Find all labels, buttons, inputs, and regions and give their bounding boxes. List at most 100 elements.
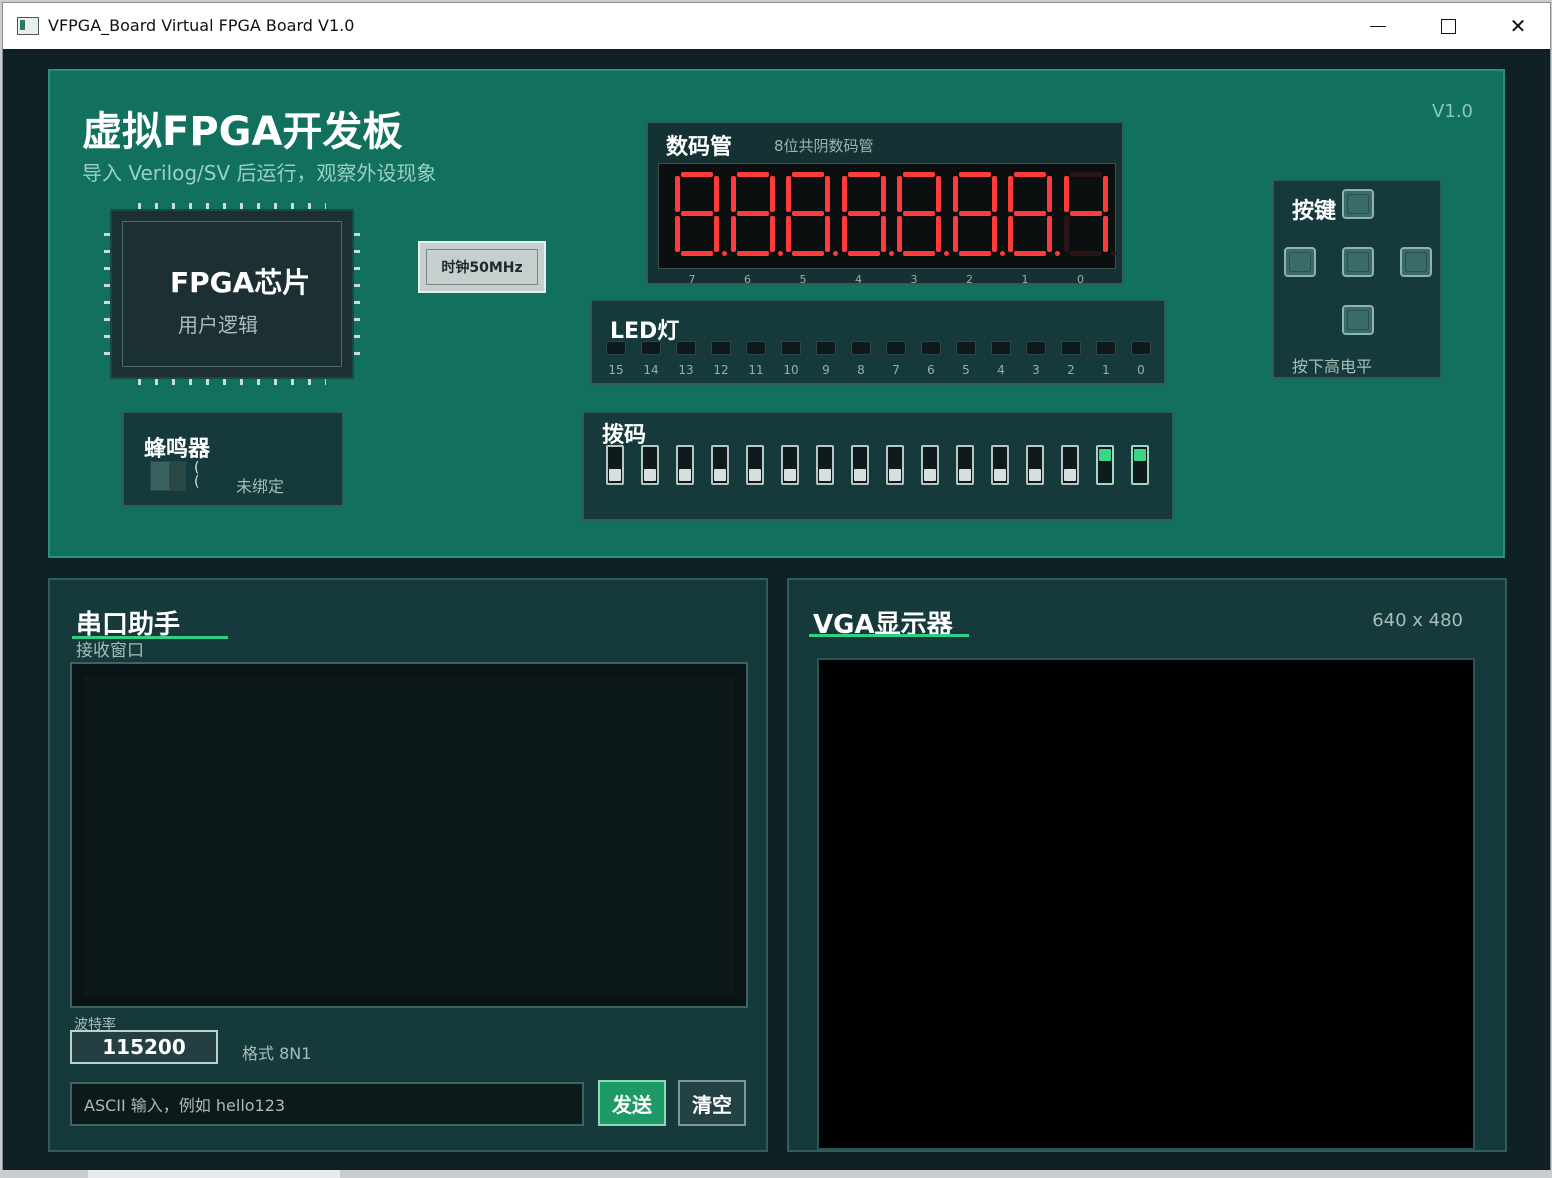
segment-b bbox=[714, 176, 719, 212]
segment-g bbox=[903, 211, 935, 216]
dip-switch-2[interactable] bbox=[1061, 445, 1079, 485]
segment-d bbox=[1069, 251, 1102, 256]
led-11 bbox=[746, 341, 766, 355]
dip-switch-knob bbox=[1029, 469, 1041, 481]
dip-switch-4[interactable] bbox=[991, 445, 1009, 485]
segment-dp bbox=[999, 251, 1005, 256]
baud-rate-field[interactable]: 115200 bbox=[70, 1030, 218, 1064]
dip-switch-1[interactable] bbox=[1096, 445, 1114, 485]
segment-dp bbox=[833, 251, 838, 256]
led-index: 13 bbox=[678, 363, 694, 377]
segment-dp bbox=[944, 251, 949, 256]
maximize-button[interactable] bbox=[1413, 3, 1483, 49]
dip-switch-knob bbox=[679, 469, 691, 481]
segment-c bbox=[769, 216, 775, 252]
fpga-board: 虚拟FPGA开发板 导入 Verilog/SV 后运行，观察外设现象 V1.0 … bbox=[48, 69, 1505, 558]
dip-switch-11[interactable] bbox=[746, 445, 764, 485]
uart-receive-window[interactable] bbox=[70, 662, 748, 1008]
fpga-chip: FPGA芯片 用户逻辑 bbox=[104, 203, 360, 385]
led-10 bbox=[781, 341, 801, 355]
vga-panel: VGA显示器 640 x 480 bbox=[787, 578, 1507, 1152]
segment-d bbox=[847, 251, 880, 256]
close-button[interactable]: ✕ bbox=[1483, 3, 1550, 49]
minimize-button[interactable] bbox=[1343, 3, 1413, 49]
segment-d bbox=[681, 251, 713, 256]
dip-switch-knob bbox=[924, 469, 936, 481]
segment-c bbox=[936, 216, 941, 252]
window-title: VFPGA_Board Virtual FPGA Board V1.0 bbox=[48, 16, 355, 35]
seven-segment-digit bbox=[784, 172, 838, 256]
led-3 bbox=[1026, 341, 1046, 355]
seven-segment-digit bbox=[951, 172, 1005, 256]
led-5 bbox=[956, 341, 976, 355]
seven-segment-index: 2 bbox=[966, 273, 973, 286]
dip-switch-15[interactable] bbox=[606, 445, 624, 485]
uart-receive-area[interactable] bbox=[84, 676, 734, 996]
dip-switch-knob bbox=[714, 469, 726, 481]
dip-switch-panel: 拨码 bbox=[582, 411, 1174, 521]
segment-g bbox=[847, 211, 880, 216]
segment-e bbox=[730, 216, 736, 252]
key-panel: 按键 按下高电平 bbox=[1272, 179, 1442, 379]
key-left[interactable] bbox=[1284, 247, 1316, 277]
led-index: 3 bbox=[1032, 363, 1040, 377]
led-15 bbox=[606, 341, 626, 355]
dip-switch-5[interactable] bbox=[956, 445, 974, 485]
segment-f bbox=[1063, 176, 1069, 212]
key-right[interactable] bbox=[1400, 247, 1432, 277]
board-version: V1.0 bbox=[1432, 101, 1473, 122]
dip-switch-14[interactable] bbox=[641, 445, 659, 485]
led-9 bbox=[816, 341, 836, 355]
send-button[interactable]: 发送 bbox=[598, 1080, 666, 1126]
dip-switch-knob bbox=[1064, 469, 1076, 481]
led-8 bbox=[851, 341, 871, 355]
led-6 bbox=[921, 341, 941, 355]
segment-e bbox=[1063, 216, 1069, 252]
app-window: VFPGA_Board Virtual FPGA Board V1.0 ✕ 虚拟… bbox=[3, 3, 1550, 1170]
segment-b bbox=[1047, 176, 1052, 212]
segment-d bbox=[792, 251, 824, 256]
seven-segment-index: 0 bbox=[1077, 273, 1084, 286]
dip-switch-knob bbox=[609, 469, 621, 481]
segment-c bbox=[991, 216, 997, 252]
uart-panel: 串口助手 接收窗口 波特率 115200 格式 8N1 ASCII 输入，例如 … bbox=[48, 578, 768, 1152]
segment-e bbox=[675, 216, 680, 252]
uart-format: 格式 8N1 bbox=[242, 1044, 312, 1063]
dip-switch-10[interactable] bbox=[781, 445, 799, 485]
led-1 bbox=[1096, 341, 1116, 355]
dip-switch-0[interactable] bbox=[1131, 445, 1149, 485]
dip-switch-8[interactable] bbox=[851, 445, 869, 485]
segment-c bbox=[714, 216, 719, 252]
segment-g bbox=[792, 211, 824, 216]
dip-switch-9[interactable] bbox=[816, 445, 834, 485]
segment-a bbox=[1014, 172, 1046, 177]
segment-b bbox=[769, 176, 775, 212]
beeper-status: 未绑定 bbox=[236, 477, 285, 496]
dip-switch-6[interactable] bbox=[921, 445, 939, 485]
led-14 bbox=[641, 341, 661, 355]
clear-button[interactable]: 清空 bbox=[678, 1080, 746, 1126]
segment-e bbox=[897, 216, 902, 252]
dip-switch-knob bbox=[1134, 449, 1146, 461]
dip-switch-13[interactable] bbox=[676, 445, 694, 485]
board-title: 虚拟FPGA开发板 bbox=[82, 109, 403, 155]
uart-send-input[interactable]: ASCII 输入，例如 hello123 bbox=[70, 1082, 584, 1126]
clock-button[interactable]: 时钟50MHz bbox=[418, 241, 546, 293]
dip-switch-knob bbox=[784, 469, 796, 481]
led-index: 9 bbox=[822, 363, 830, 377]
uart-rx-label: 接收窗口 bbox=[76, 641, 144, 661]
dip-switch-3[interactable] bbox=[1026, 445, 1044, 485]
seven-segment-index: 4 bbox=[855, 273, 862, 286]
segment-e bbox=[952, 216, 958, 252]
dip-switch-knob bbox=[959, 469, 971, 481]
key-center[interactable] bbox=[1342, 247, 1374, 277]
key-down[interactable] bbox=[1342, 305, 1374, 335]
led-panel: LED灯 15 14 13 12 11 10 9 8 7 6 5 4 3 2 1 0 bbox=[590, 299, 1166, 385]
chip-subtitle: 用户逻辑 bbox=[178, 313, 258, 337]
led-index: 2 bbox=[1067, 363, 1075, 377]
dip-switch-12[interactable] bbox=[711, 445, 729, 485]
led-0 bbox=[1131, 341, 1151, 355]
led-index: 0 bbox=[1137, 363, 1145, 377]
dip-switch-7[interactable] bbox=[886, 445, 904, 485]
key-center-top[interactable] bbox=[1342, 189, 1374, 219]
